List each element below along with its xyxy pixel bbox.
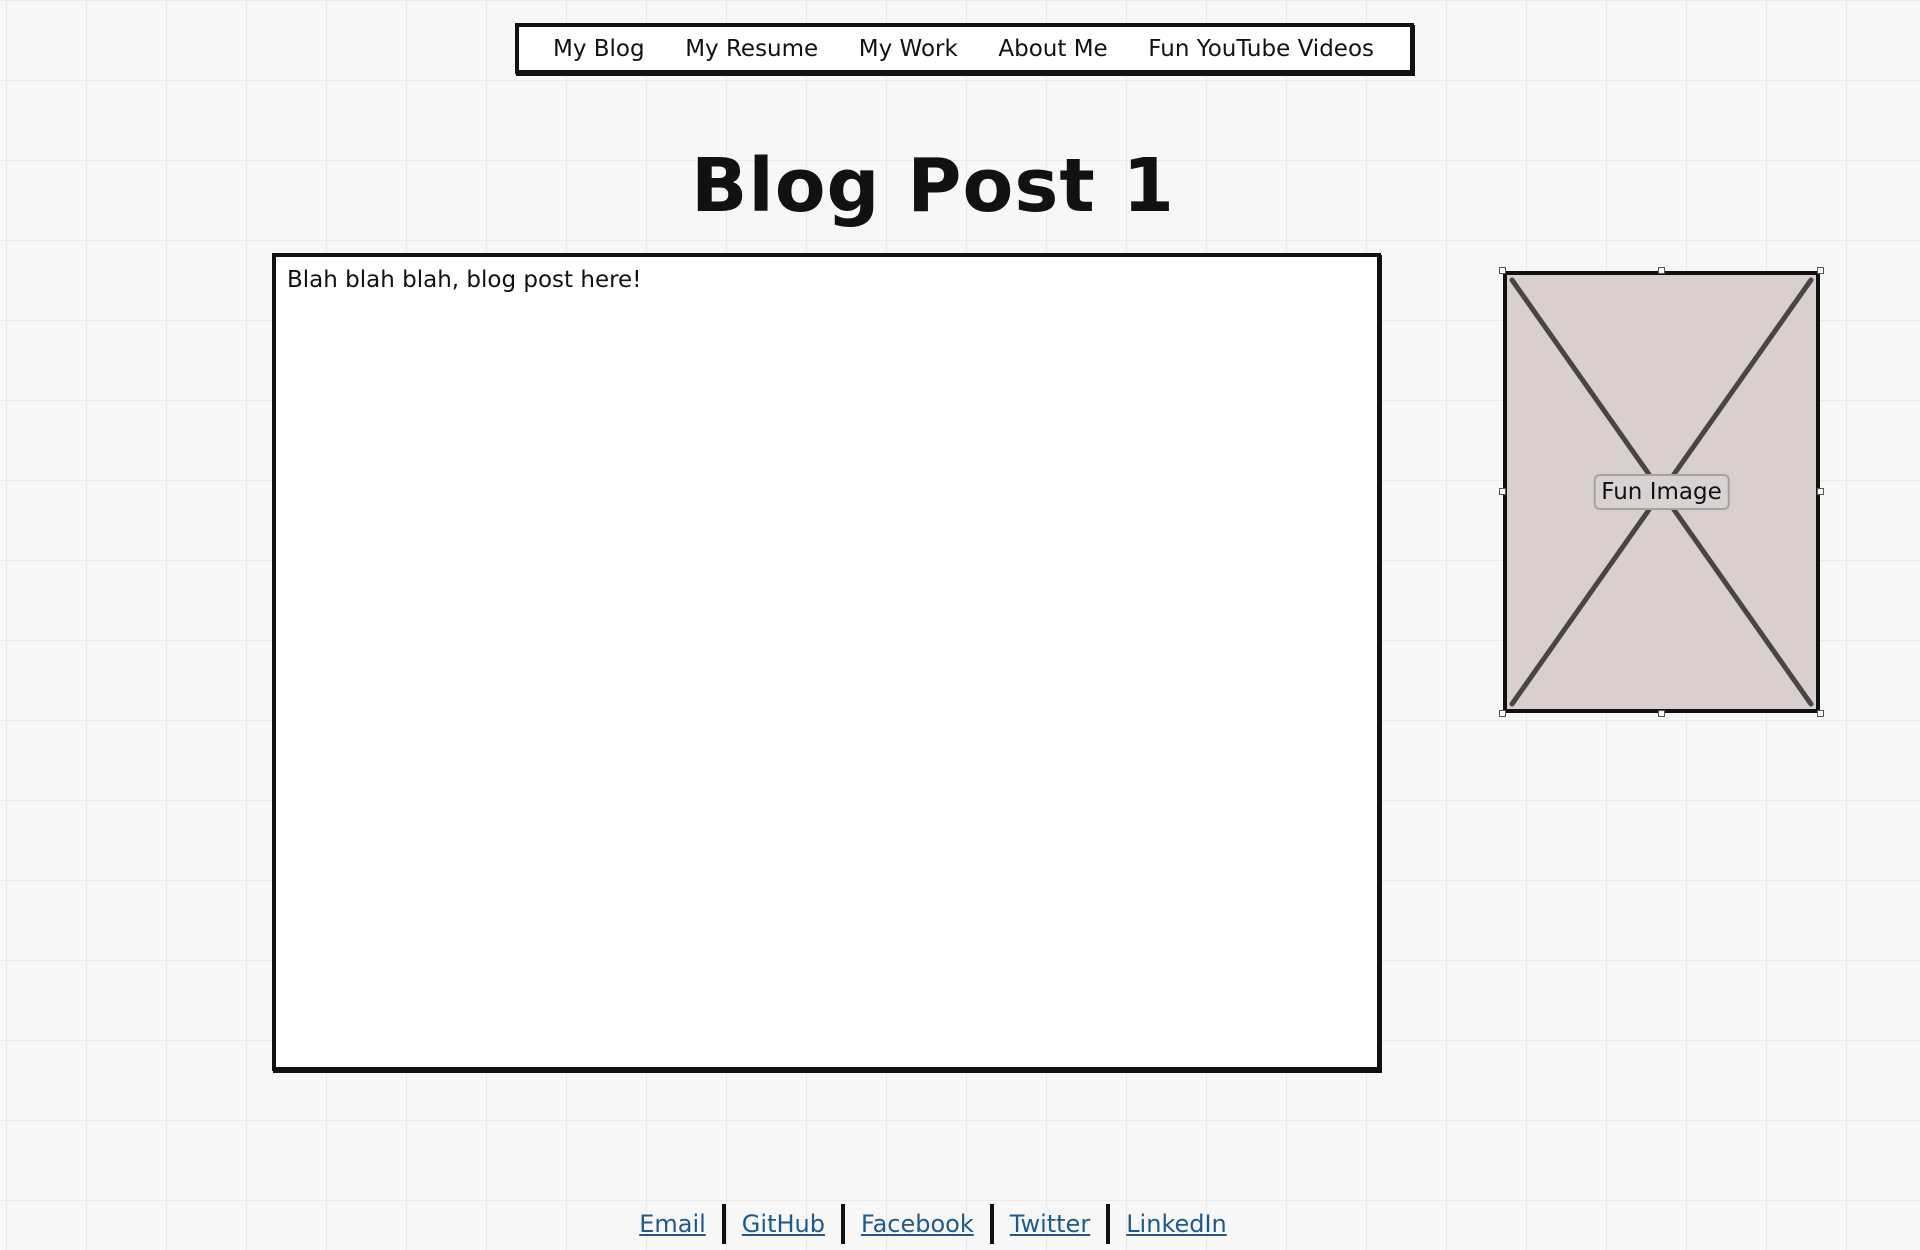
- nav-item-my-work[interactable]: My Work: [859, 36, 958, 62]
- nav-item-my-blog[interactable]: My Blog: [553, 36, 645, 62]
- footer-link-twitter[interactable]: Twitter: [1010, 1210, 1090, 1238]
- page-title: Blog Post 1: [690, 143, 1176, 229]
- resize-handle-left[interactable]: [1499, 488, 1506, 495]
- footer-link-email[interactable]: Email: [639, 1210, 706, 1238]
- resize-handle-bottom-right[interactable]: [1817, 710, 1824, 717]
- resize-handle-top[interactable]: [1658, 267, 1665, 274]
- resize-handle-top-left[interactable]: [1499, 267, 1506, 274]
- nav-item-my-resume[interactable]: My Resume: [685, 36, 818, 62]
- footer-link-github[interactable]: GitHub: [742, 1210, 825, 1238]
- footer-link-facebook[interactable]: Facebook: [861, 1210, 974, 1238]
- footer-links: Email GitHub Facebook Twitter LinkedIn: [0, 1204, 1866, 1244]
- fun-image-label: Fun Image: [1593, 474, 1730, 510]
- footer-divider: [840, 1204, 845, 1244]
- nav-item-about-me[interactable]: About Me: [998, 36, 1107, 62]
- nav-item-fun-youtube-videos[interactable]: Fun YouTube Videos: [1148, 36, 1374, 62]
- resize-handle-right[interactable]: [1817, 488, 1824, 495]
- resize-handle-bottom[interactable]: [1658, 710, 1665, 717]
- footer-link-linkedin[interactable]: LinkedIn: [1126, 1210, 1227, 1238]
- resize-handle-bottom-left[interactable]: [1499, 710, 1506, 717]
- top-navigation: My Blog My Resume My Work About Me Fun Y…: [515, 23, 1414, 74]
- resize-handle-top-right[interactable]: [1817, 267, 1824, 274]
- fun-image-placeholder[interactable]: Fun Image: [1499, 267, 1824, 717]
- footer-divider: [989, 1204, 994, 1244]
- footer-divider: [721, 1204, 726, 1244]
- blog-post-text: Blah blah blah, blog post here!: [287, 267, 642, 293]
- blog-post-body: Blah blah blah, blog post here!: [272, 253, 1381, 1071]
- footer-divider: [1106, 1204, 1111, 1244]
